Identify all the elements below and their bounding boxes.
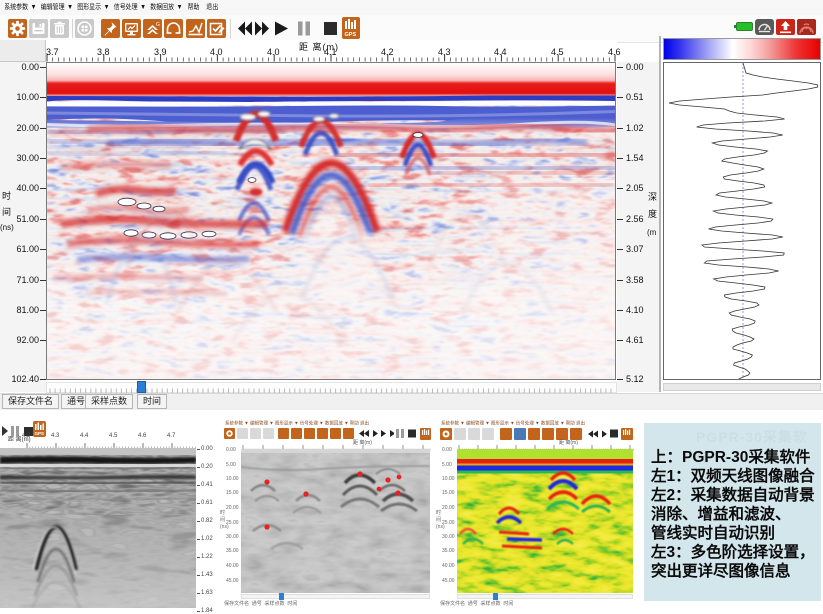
svg-text:GPS: GPS: [345, 32, 357, 38]
svg-text:GPS: GPS: [35, 431, 45, 436]
svg-text:G: G: [156, 22, 160, 28]
